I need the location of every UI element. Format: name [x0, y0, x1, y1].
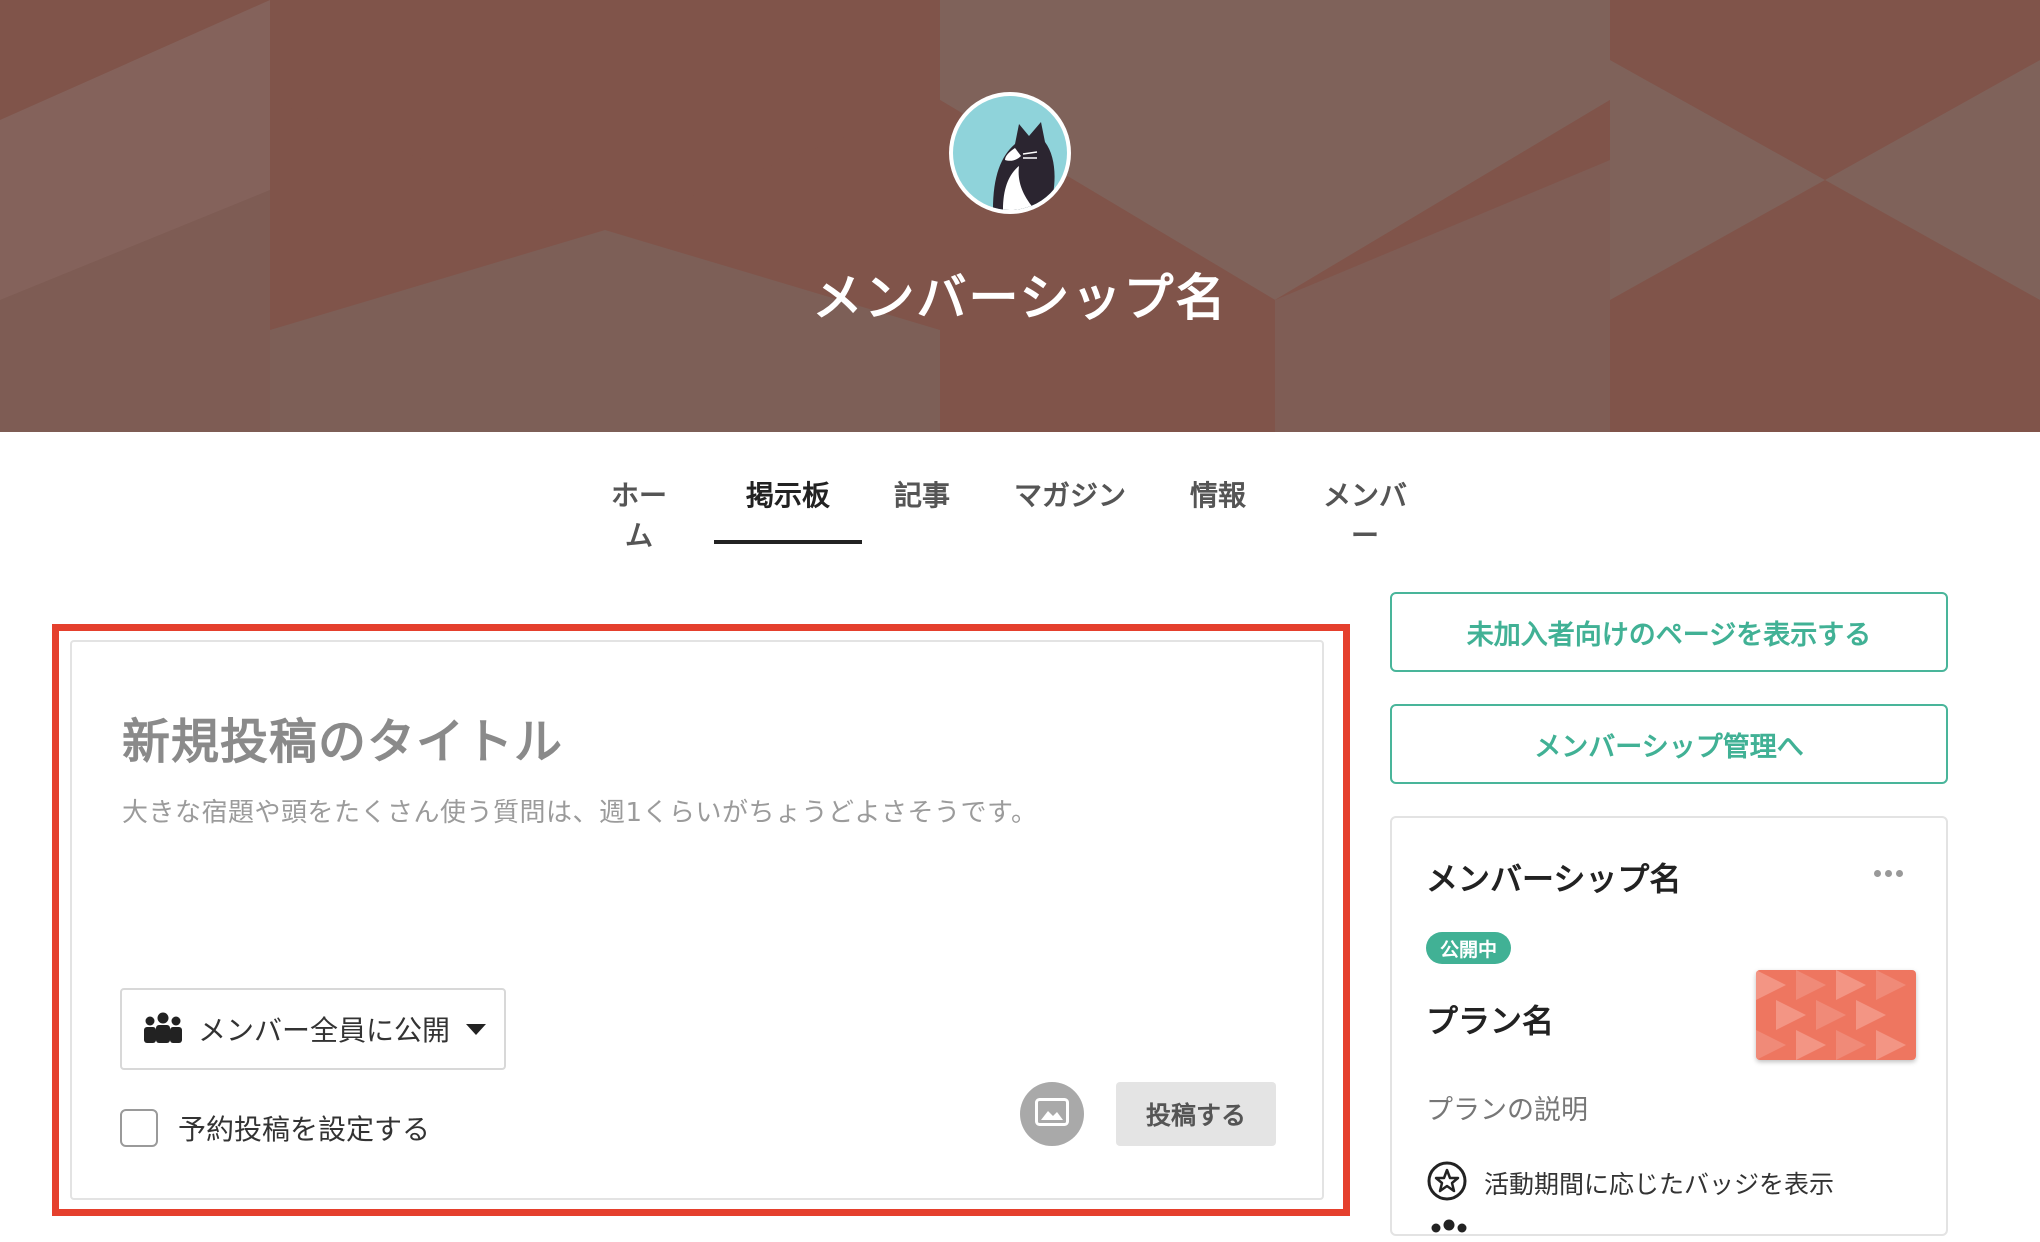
tab-board[interactable]: 掲示板 [714, 474, 862, 544]
post-body-input[interactable]: 大きな宿題や頭をたくさん使う質問は、週1くらいがちょうどよさそうです。 [122, 792, 1037, 829]
membership-avatar [949, 92, 1071, 214]
banner-pattern [0, 0, 2040, 432]
tab-bar: ホーム 掲示板 記事 マガジン 情報 メンバー [0, 432, 2040, 552]
submit-post-button[interactable]: 投稿する [1116, 1082, 1276, 1146]
feature-label: 活動期間に応じたバッジを表示 [1484, 1170, 1835, 1199]
schedule-option: 予約投稿を設定する [120, 1108, 430, 1148]
tab-info[interactable]: 情報 [1190, 474, 1246, 544]
image-icon [1035, 1098, 1069, 1130]
image-upload-button[interactable] [1020, 1082, 1084, 1146]
visibility-label: メンバー全員に公開 [198, 1014, 451, 1047]
more-options-icon[interactable] [1874, 870, 1903, 877]
tab-home[interactable]: ホーム [598, 474, 680, 552]
feature-item: 活動期間に応じたバッジを表示 [1426, 1160, 1834, 1206]
caret-down-icon [466, 1023, 487, 1035]
guest-page-button[interactable]: 未加入者向けのページを表示する [1390, 592, 1948, 672]
group-icon [140, 1011, 186, 1047]
plan-description: プランの説明 [1426, 1095, 1588, 1126]
plan-name: プラン名 [1426, 1002, 1555, 1040]
membership-card-name: メンバーシップ名 [1426, 860, 1682, 898]
status-badge: 公開中 [1426, 932, 1512, 964]
tab-articles[interactable]: 記事 [894, 474, 950, 544]
manage-membership-button[interactable]: メンバーシップ管理へ [1390, 704, 1948, 784]
schedule-checkbox[interactable] [120, 1109, 158, 1147]
group-icon-partial [1426, 1218, 1472, 1242]
post-title-input[interactable]: 新規投稿のタイトル [122, 702, 563, 772]
membership-card: メンバーシップ名 公開中 プラン名 プランの説明 活動期間に応じたバッジを表示 [1390, 816, 1948, 1236]
schedule-label[interactable]: 予約投稿を設定する [178, 1108, 430, 1148]
visibility-select[interactable]: メンバー全員に公開 [120, 988, 506, 1070]
header-banner: メンバーシップ名 [0, 0, 2040, 432]
cat-avatar-icon [953, 96, 1067, 210]
membership-title: メンバーシップ名 [812, 269, 1228, 327]
plan-thumbnail [1756, 970, 1916, 1060]
badge-star-icon [1426, 1160, 1468, 1206]
tab-magazines[interactable]: マガジン [1014, 474, 1126, 544]
post-composer: 新規投稿のタイトル 大きな宿題や頭をたくさん使う質問は、週1くらいがちょうどよさ… [70, 640, 1324, 1200]
tab-members[interactable]: メンバー [1310, 474, 1420, 552]
